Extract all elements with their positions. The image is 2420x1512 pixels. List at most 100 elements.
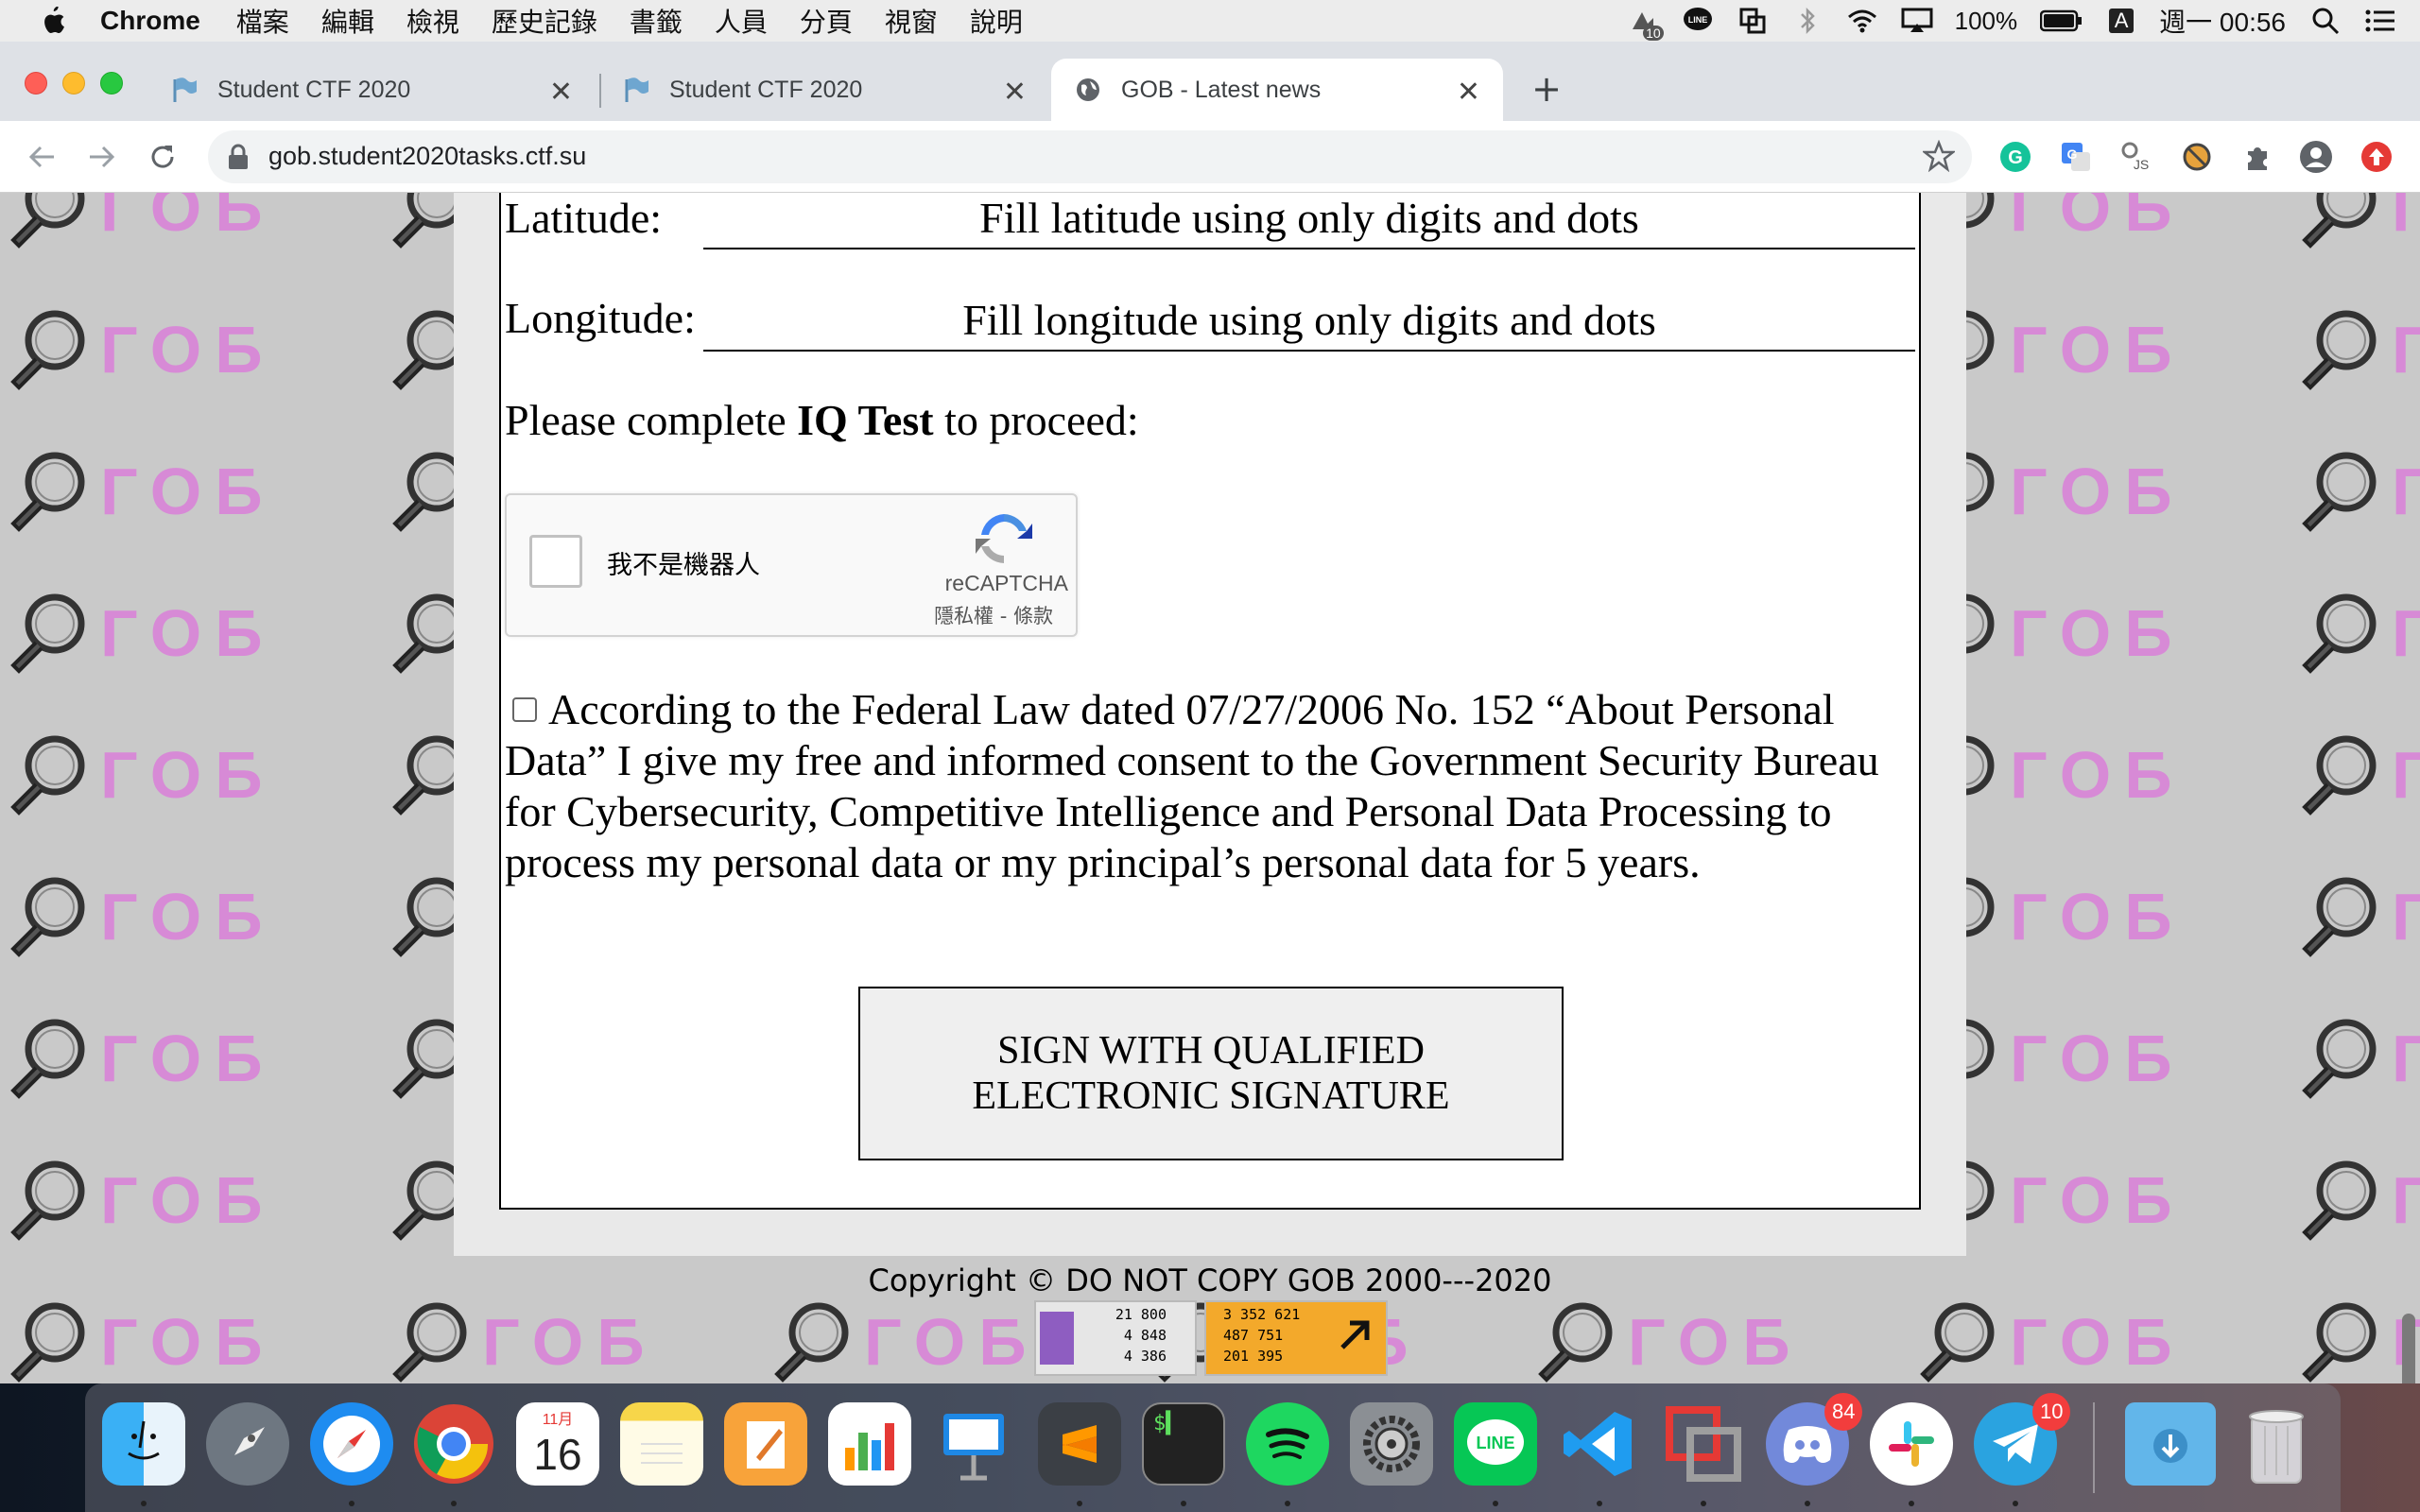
tab-close-icon[interactable]: ✕ xyxy=(549,76,573,109)
tab-close-icon[interactable]: ✕ xyxy=(1457,76,1480,109)
pages-icon[interactable] xyxy=(724,1402,807,1486)
spotlight-search-icon[interactable] xyxy=(2308,7,2342,35)
system-preferences-icon[interactable] xyxy=(1350,1402,1433,1486)
tab-close-icon[interactable]: ✕ xyxy=(1003,76,1027,109)
new-tab-button[interactable]: + xyxy=(1528,68,1565,110)
menu-tab[interactable]: 分頁 xyxy=(800,2,853,40)
terminal-icon[interactable]: $▍ xyxy=(1142,1402,1225,1486)
watermark-tile: ГОБ xyxy=(2291,302,2420,397)
watermark-tile: ГОБ xyxy=(0,1153,276,1247)
recaptcha-checkbox[interactable] xyxy=(529,535,582,588)
watermark-text: ГОБ xyxy=(100,880,276,954)
calendar-icon[interactable]: 11月 16 xyxy=(516,1402,599,1486)
watermark-text: ГОБ xyxy=(2010,1022,2186,1095)
slack-icon[interactable] xyxy=(1870,1402,1953,1486)
numbers-icon[interactable] xyxy=(828,1402,911,1486)
window-minimize-button[interactable] xyxy=(62,72,85,94)
tab-divider xyxy=(599,74,601,108)
line-app-icon[interactable]: LINE xyxy=(1454,1402,1537,1486)
app-menu-chrome[interactable]: Chrome xyxy=(100,6,200,36)
input-method-label: A xyxy=(2108,9,2135,33)
menu-help[interactable]: 說明 xyxy=(970,2,1023,40)
parallels-dock-icon[interactable] xyxy=(1662,1402,1745,1486)
ad-block-extension-icon[interactable] xyxy=(2180,140,2214,174)
running-indicator xyxy=(1597,1501,1602,1506)
flag-icon xyxy=(170,76,199,104)
bookmark-star-icon[interactable] xyxy=(1921,139,1957,176)
battery-icon[interactable] xyxy=(2040,7,2083,35)
watermark-text: ГОБ xyxy=(100,738,276,812)
svg-text:JS: JS xyxy=(2134,157,2149,172)
notification-app-icon[interactable]: 10 xyxy=(1626,7,1664,41)
watermark-text: ГОБ xyxy=(2010,880,2186,954)
copyright-footer: Copyright © DO NOT COPY GOB 2000---2020 xyxy=(868,1263,1552,1298)
wifi-icon[interactable] xyxy=(1845,7,1879,35)
window-close-button[interactable] xyxy=(25,72,47,94)
keynote-icon[interactable] xyxy=(932,1402,1015,1486)
airplay-icon[interactable] xyxy=(1900,7,1934,35)
macos-menu-bar: Chrome 檔案 編輯 檢視 歷史記錄 書籤 人員 分頁 視窗 說明 10 L… xyxy=(0,0,2420,42)
vscode-icon[interactable] xyxy=(1558,1402,1641,1486)
watermark-tile: ГОБ xyxy=(382,1295,658,1383)
menu-people[interactable]: 人員 xyxy=(715,2,768,40)
notes-icon[interactable] xyxy=(620,1402,703,1486)
spotify-icon[interactable] xyxy=(1246,1402,1329,1486)
svg-text:G: G xyxy=(2067,146,2078,162)
finder-icon[interactable] xyxy=(102,1402,185,1486)
notification-center-icon[interactable] xyxy=(2363,7,2397,35)
running-indicator xyxy=(1077,1501,1082,1506)
counter-2-line-2: 487 751 xyxy=(1223,1327,1284,1344)
trash-icon[interactable] xyxy=(2235,1402,2318,1486)
extensions-puzzle-icon[interactable] xyxy=(2240,140,2274,174)
apple-menu-icon[interactable] xyxy=(36,5,68,37)
js-toggle-extension-icon[interactable]: JS xyxy=(2119,140,2153,174)
forward-button[interactable] xyxy=(85,140,119,174)
chrome-dock-icon[interactable] xyxy=(412,1402,495,1486)
bluetooth-icon[interactable] xyxy=(1790,7,1824,35)
downloads-folder-icon[interactable] xyxy=(2125,1402,2216,1486)
menu-bookmarks[interactable]: 書籤 xyxy=(630,2,683,40)
tab-student-ctf-1[interactable]: Student CTF 2020 ✕ xyxy=(151,59,596,121)
tab-student-ctf-2[interactable]: Student CTF 2020 ✕ xyxy=(603,59,1049,121)
iq-prompt-text-end: to proceed: xyxy=(933,396,1139,444)
google-translate-extension-icon[interactable]: G xyxy=(2059,140,2093,174)
menubar-clock[interactable]: 週一 00:56 xyxy=(2159,2,2286,40)
svg-text:LINE: LINE xyxy=(1687,15,1707,25)
window-zoom-button[interactable] xyxy=(100,72,123,94)
menu-edit[interactable]: 編輯 xyxy=(321,2,374,40)
visit-counter-badge-1[interactable]: 21 800 4 848 4 386 xyxy=(1034,1300,1197,1376)
sublime-text-icon[interactable] xyxy=(1038,1402,1121,1486)
counter-1-line-3: 4 386 xyxy=(1123,1348,1167,1365)
consent-checkbox[interactable] xyxy=(512,697,537,722)
recaptcha-privacy-terms-links[interactable]: 隱私權 - 條款 xyxy=(934,601,1053,629)
longitude-input[interactable]: Fill longitude using only digits and dot… xyxy=(703,295,1915,352)
watermark-text: ГОБ xyxy=(2392,737,2420,813)
counter-1-line-1: 21 800 xyxy=(1115,1306,1167,1323)
recaptcha-brand: reCAPTCHA xyxy=(944,571,1068,595)
menu-file[interactable]: 檔案 xyxy=(236,2,289,40)
watermark-text: ГОБ xyxy=(100,1022,276,1095)
tab-title: Student CTF 2020 xyxy=(217,76,411,103)
magnifier-icon xyxy=(2302,1302,2377,1383)
input-method-icon[interactable]: A xyxy=(2104,7,2138,35)
back-button[interactable] xyxy=(25,140,59,174)
sign-electronic-signature-button[interactable]: SIGN WITH QUALIFIED ELECTRONIC SIGNATURE xyxy=(858,987,1564,1160)
page-scrollbar-thumb[interactable] xyxy=(2402,1314,2415,1383)
parallels-status-icon[interactable] xyxy=(1736,7,1770,35)
profile-avatar-icon[interactable] xyxy=(2299,140,2333,174)
tab-gob-latest-news[interactable]: GOB - Latest news ✕ xyxy=(1051,59,1503,121)
watermark-text: ГОБ xyxy=(100,1163,276,1237)
reload-button[interactable] xyxy=(146,140,180,174)
omnibox[interactable]: gob.student2020tasks.ctf.su xyxy=(208,130,1972,183)
launchpad-icon[interactable] xyxy=(206,1402,289,1486)
safari-icon[interactable] xyxy=(310,1402,393,1486)
menu-history[interactable]: 歷史記錄 xyxy=(492,2,597,40)
line-status-icon[interactable]: LINE xyxy=(1681,7,1715,35)
menu-view[interactable]: 檢視 xyxy=(406,2,459,40)
menu-window[interactable]: 視窗 xyxy=(885,2,938,40)
update-chrome-icon[interactable] xyxy=(2360,140,2394,174)
grammarly-extension-icon[interactable]: G xyxy=(1998,140,2032,174)
visit-counter-badge-2[interactable]: 3 352 621 487 751 201 395 xyxy=(1204,1300,1388,1376)
latitude-input[interactable]: Fill latitude using only digits and dots xyxy=(703,193,1915,249)
lock-icon[interactable] xyxy=(227,144,250,174)
